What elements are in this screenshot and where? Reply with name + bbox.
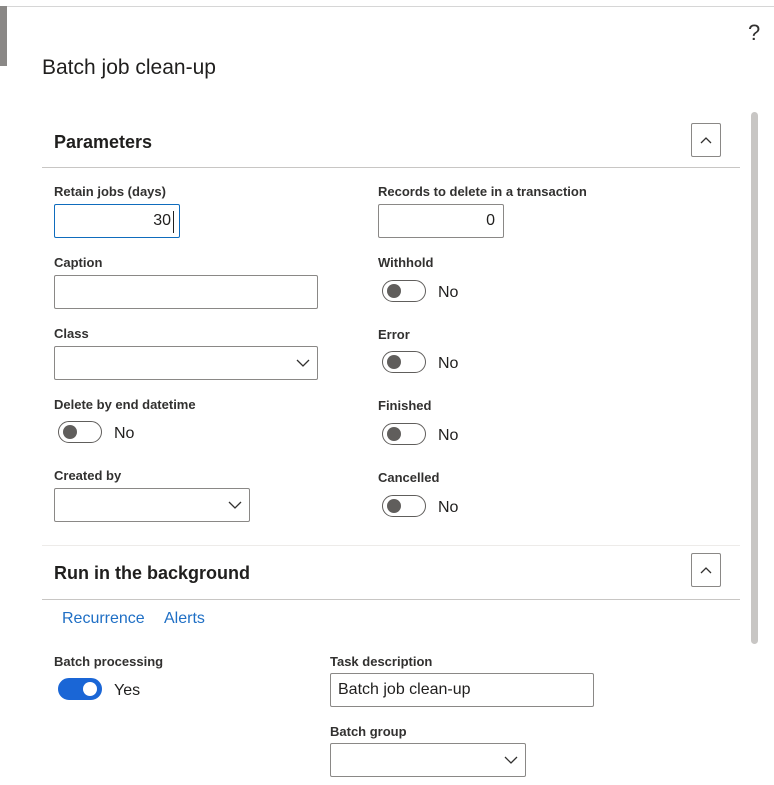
window-top-border [0, 6, 774, 7]
chevron-up-icon [700, 567, 712, 574]
delete-by-end-datetime-state: No [114, 425, 135, 442]
delete-by-end-datetime-label: Delete by end datetime [54, 397, 196, 412]
created-by-label: Created by [54, 468, 122, 483]
caption-label: Caption [54, 255, 103, 270]
left-edge-bar [0, 6, 7, 66]
tab-alerts[interactable]: Alerts [164, 610, 205, 628]
chevron-down-icon [296, 359, 310, 367]
class-dropdown[interactable] [54, 346, 318, 380]
retain-jobs-label: Retain jobs (days) [54, 184, 166, 199]
task-description-label: Task description [330, 654, 433, 669]
records-to-delete-label: Records to delete in a transaction [378, 184, 587, 199]
cancelled-toggle[interactable] [382, 495, 426, 517]
finished-label: Finished [378, 398, 432, 413]
withhold-toggle[interactable] [382, 280, 426, 302]
text-cursor [173, 211, 174, 233]
background-divider [42, 599, 740, 600]
batch-processing-toggle[interactable] [58, 678, 102, 700]
batch-group-dropdown[interactable] [330, 743, 526, 777]
parameters-section-title: Parameters [54, 132, 153, 152]
tab-recurrence[interactable]: Recurrence [62, 610, 145, 628]
chevron-up-icon [700, 137, 712, 144]
section-separator [42, 545, 740, 546]
batch-group-label: Batch group [330, 724, 407, 739]
task-description-input[interactable]: Batch job clean-up [330, 673, 594, 707]
error-toggle[interactable] [382, 351, 426, 373]
background-section-title: Run in the background [54, 563, 250, 583]
error-label: Error [378, 327, 410, 342]
cancelled-state: No [438, 499, 459, 516]
created-by-dropdown[interactable] [54, 488, 250, 522]
error-state: No [438, 355, 459, 372]
background-collapse-button[interactable] [691, 553, 721, 587]
delete-by-end-datetime-toggle[interactable] [58, 421, 102, 443]
records-to-delete-input[interactable]: 0 [378, 204, 504, 238]
batch-processing-state: Yes [114, 682, 141, 699]
withhold-label: Withhold [378, 255, 434, 270]
chevron-down-icon [228, 501, 242, 509]
chevron-down-icon [504, 756, 518, 764]
retain-jobs-input[interactable]: 30 [54, 204, 180, 238]
scrollbar-thumb[interactable] [751, 112, 758, 644]
caption-input[interactable] [54, 275, 318, 309]
batch-processing-label: Batch processing [54, 654, 164, 669]
finished-toggle[interactable] [382, 423, 426, 445]
help-button[interactable]: ? [748, 20, 760, 46]
page-title: Batch job clean-up [42, 56, 216, 79]
class-label: Class [54, 326, 89, 341]
finished-state: No [438, 427, 459, 444]
withhold-state: No [438, 284, 459, 301]
cancelled-label: Cancelled [378, 470, 440, 485]
parameters-divider [42, 167, 740, 168]
parameters-collapse-button[interactable] [691, 123, 721, 157]
